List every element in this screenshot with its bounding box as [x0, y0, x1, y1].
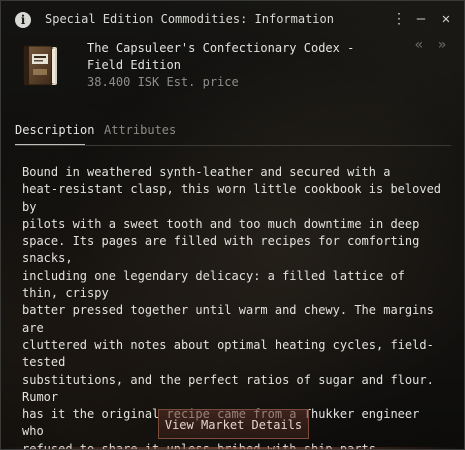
description-text: Bound in weathered synth-leather and sec… — [22, 165, 442, 450]
view-market-details-button[interactable]: View Market Details — [158, 409, 309, 439]
back-arrow-icon[interactable]: « — [410, 37, 428, 53]
menu-icon[interactable]: ⋮ — [390, 10, 408, 28]
bottom-accent-line — [1, 447, 464, 449]
info-icon[interactable]: i — [15, 12, 31, 28]
active-tab-indicator — [15, 144, 85, 145]
forward-arrow-icon[interactable]: » — [433, 37, 451, 53]
tab-divider — [15, 145, 451, 146]
minimize-icon[interactable]: — — [412, 10, 430, 28]
item-price: 38.400 ISK Est. price — [87, 75, 239, 89]
book-icon[interactable] — [21, 45, 59, 87]
info-window: i Special Edition Commodities: Informati… — [0, 0, 465, 450]
tab-attributes[interactable]: Attributes — [104, 123, 176, 137]
window-title: Special Edition Commodities: Information — [45, 12, 334, 26]
tab-bar: Description Attributes — [1, 117, 464, 147]
close-icon[interactable]: ✕ — [437, 10, 455, 28]
tab-description[interactable]: Description — [15, 123, 94, 137]
title-bar[interactable]: i Special Edition Commodities: Informati… — [1, 1, 464, 37]
item-name: The Capsuleer's Confectionary Codex - Fi… — [87, 41, 355, 72]
